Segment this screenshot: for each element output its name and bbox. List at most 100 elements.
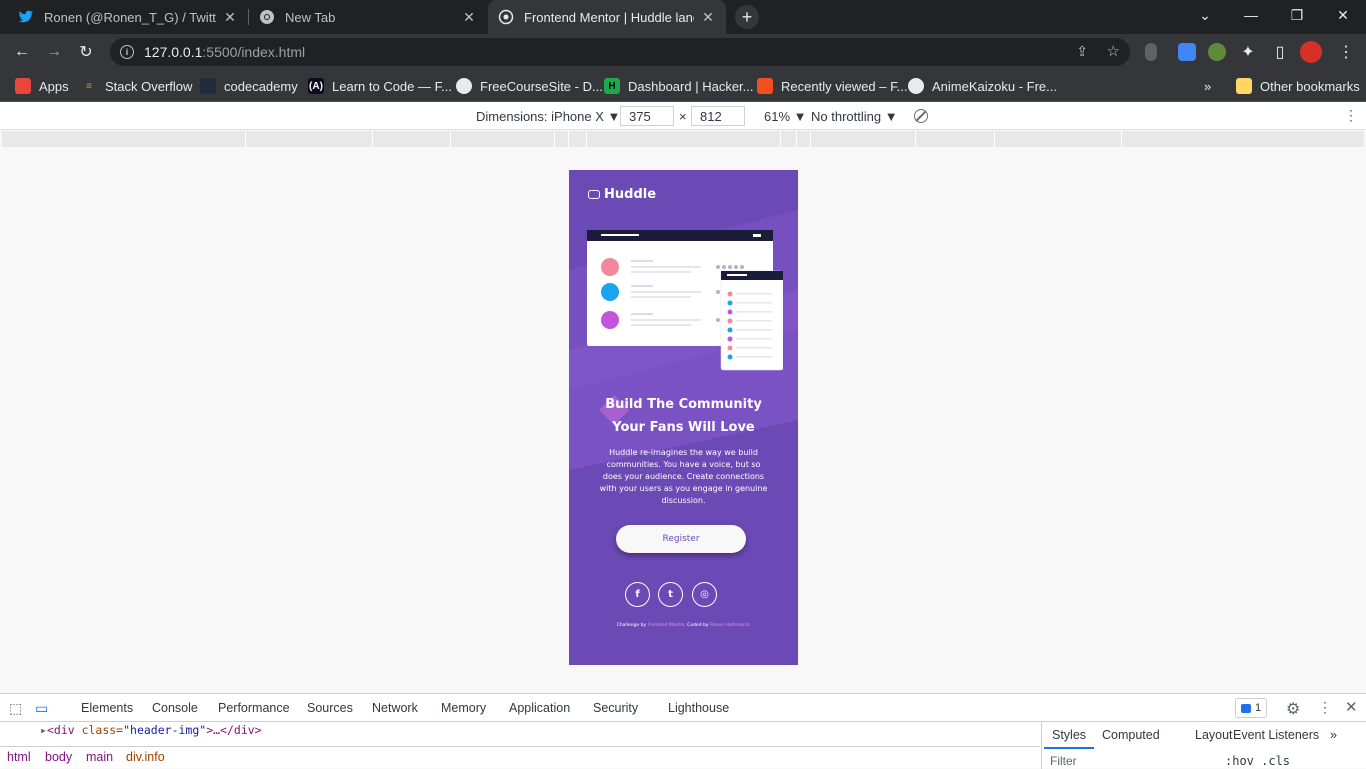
hov-cls-toggle[interactable]: :hov .cls (1225, 754, 1290, 768)
bookmark-freecodecamp[interactable]: (A) Learn to Code — F... (308, 76, 452, 96)
gear-icon[interactable]: ⚙ (1286, 699, 1300, 719)
device-toggle-icon[interactable]: ▭ (35, 700, 51, 716)
rotate-icon[interactable] (914, 109, 928, 123)
forward-button[interactable]: → (42, 40, 66, 64)
hero-title-line1: Build The Community (605, 397, 762, 412)
address-bar[interactable]: i 127.0.0.1:5500/index.html ⇪ ☆ (110, 38, 1130, 66)
tab-title: Ronen (@Ronen_T_G) / Twitter (44, 9, 216, 25)
bookmarks-overflow-button[interactable]: » (1204, 76, 1211, 96)
bookmark-stackoverflow[interactable]: ≡ Stack Overflow (81, 76, 192, 96)
dom-node-line[interactable]: ▸<div class="header-img">…</div> (0, 723, 1040, 739)
bookmarks-bar: Apps ≡ Stack Overflow codecademy (A) Learn… (0, 70, 1366, 102)
side-tab-styles[interactable]: Styles (1043, 728, 1095, 749)
dom-breadcrumb: html body main div.info (0, 746, 1040, 768)
hero-illustration (587, 230, 783, 371)
huddle-page: Huddle Build The Community Your Fans Wil… (569, 170, 798, 665)
bookmark-star-icon[interactable]: ☆ (1107, 42, 1120, 60)
devtools-tab-application[interactable]: Application (509, 701, 570, 715)
extensions-puzzle-icon[interactable]: ✦ (1236, 40, 1260, 64)
side-tab-computed[interactable]: Computed (1102, 728, 1160, 742)
instagram-icon[interactable]: ◎ (692, 582, 717, 607)
extension-icon[interactable] (1208, 43, 1226, 61)
styles-pane: Styles Computed Layout Event Listeners »… (1041, 722, 1366, 769)
chat-bubble-icon (588, 190, 600, 199)
share-icon[interactable]: ⇪ (1076, 43, 1088, 60)
bookmark-codecademy[interactable]: codecademy (200, 76, 298, 96)
devtools-tab-performance[interactable]: Performance (218, 701, 290, 715)
close-icon[interactable]: ✕ (700, 9, 716, 26)
device-height-input[interactable] (691, 106, 745, 126)
browser-tab-newtab[interactable]: New Tab ✕ (249, 0, 487, 34)
huddle-logo[interactable]: Huddle (588, 187, 656, 202)
new-tab-button[interactable]: + (735, 5, 759, 29)
facebook-icon[interactable]: f (625, 582, 650, 607)
url-host: 127.0.0.1 (144, 44, 203, 60)
crumb-body[interactable]: body (45, 750, 72, 764)
browser-tab-huddle[interactable]: Frontend Mentor | Huddle landin ✕ (488, 0, 726, 34)
throttling-select[interactable]: No throttling ▼ (811, 109, 898, 124)
bookmark-other[interactable]: Other bookmarks (1236, 76, 1360, 96)
inspect-element-icon[interactable]: ⬚ (9, 700, 25, 716)
hero-description: Huddle re-imagines the way we build comm… (599, 448, 768, 505)
browser-tab-twitter[interactable]: Ronen (@Ronen_T_G) / Twitter ✕ (8, 0, 248, 34)
devtools-tab-lighthouse[interactable]: Lighthouse (668, 701, 729, 715)
devtools-panel: ⬚ ▭ Elements Console Performance Sources… (0, 693, 1366, 769)
attribution: Challenge by Frontend Mentor. Coded by R… (616, 623, 751, 628)
media-query-ruler[interactable] (2, 131, 1364, 147)
extension-icon[interactable] (1145, 43, 1157, 61)
crumb-main[interactable]: main (86, 750, 113, 764)
issues-badge[interactable]: 1 (1235, 698, 1267, 718)
anime-icon (908, 78, 924, 94)
hero-title-line2: Your Fans Will Love (612, 420, 755, 435)
browser-toolbar: ← → ↻ i 127.0.0.1:5500/index.html ⇪ ☆ ✦ … (0, 34, 1366, 70)
tab-search-chevron-icon[interactable]: ⌄ (1182, 0, 1228, 30)
folder-icon (1236, 78, 1252, 94)
hero-title: Build The Community Your Fans Will Love (569, 393, 798, 439)
side-tabs-overflow[interactable]: » (1330, 728, 1337, 742)
devtools-close-icon[interactable]: ✕ (1345, 698, 1358, 716)
side-tab-layout[interactable]: Layout (1195, 728, 1233, 742)
register-button[interactable]: Register (616, 525, 746, 553)
styles-filter-input[interactable]: Filter (1050, 754, 1077, 768)
side-panel-icon[interactable]: ▯ (1268, 40, 1292, 64)
devtools-tab-console[interactable]: Console (152, 701, 198, 715)
close-icon[interactable]: ✕ (461, 9, 477, 26)
devtools-tab-security[interactable]: Security (593, 701, 638, 715)
tab-title: Frontend Mentor | Huddle landin (524, 9, 694, 25)
freecodecamp-icon: (A) (308, 78, 324, 94)
close-icon[interactable]: ✕ (222, 9, 238, 26)
devtools-tab-sources[interactable]: Sources (307, 701, 353, 715)
minimize-button[interactable]: — (1228, 0, 1274, 30)
expand-triangle-icon[interactable]: ▸ (40, 723, 47, 737)
url-path: :5500/index.html (202, 44, 306, 60)
devtools-tab-memory[interactable]: Memory (441, 701, 486, 715)
device-width-input[interactable] (620, 106, 674, 126)
device-dimensions-select[interactable]: Dimensions: iPhone X ▼ (476, 109, 620, 124)
window-close-button[interactable]: ✕ (1320, 0, 1366, 30)
side-tab-event-listeners[interactable]: Event Listeners (1233, 728, 1319, 742)
devtools-menu-kebab-icon[interactable]: ⋮ (1318, 699, 1332, 716)
crumb-div-info[interactable]: div.info (126, 750, 165, 764)
profile-avatar[interactable] (1300, 41, 1322, 63)
globe-icon (456, 78, 472, 94)
bookmark-hackerrank[interactable]: H Dashboard | Hacker... (604, 76, 754, 96)
menu-kebab-icon[interactable]: ⋮ (1334, 40, 1358, 64)
frontend-mentor-link[interactable]: Frontend Mentor (648, 623, 685, 628)
reload-button[interactable]: ↻ (74, 40, 98, 64)
author-link[interactable]: Ronen Hammond (710, 623, 749, 628)
zoom-select[interactable]: 61% ▼ (764, 109, 807, 124)
bookmark-animekaizoku[interactable]: AnimeKaizoku - Fre... (908, 76, 1057, 96)
figma-icon (757, 78, 773, 94)
site-info-icon[interactable]: i (120, 45, 134, 59)
device-menu-kebab-icon[interactable]: ⋮ (1344, 107, 1358, 124)
bookmark-apps[interactable]: Apps (15, 76, 69, 96)
devtools-tab-elements[interactable]: Elements (81, 701, 133, 715)
bookmark-freecoursesite[interactable]: FreeCourseSite - D... (456, 76, 603, 96)
crumb-html[interactable]: html (7, 750, 31, 764)
extension-icon[interactable] (1178, 43, 1196, 61)
restore-button[interactable]: ❐ (1274, 0, 1320, 30)
twitter-icon[interactable]: t (658, 582, 683, 607)
bookmark-figma[interactable]: Recently viewed – F... (757, 76, 907, 96)
devtools-tab-network[interactable]: Network (372, 701, 418, 715)
back-button[interactable]: ← (10, 40, 34, 64)
